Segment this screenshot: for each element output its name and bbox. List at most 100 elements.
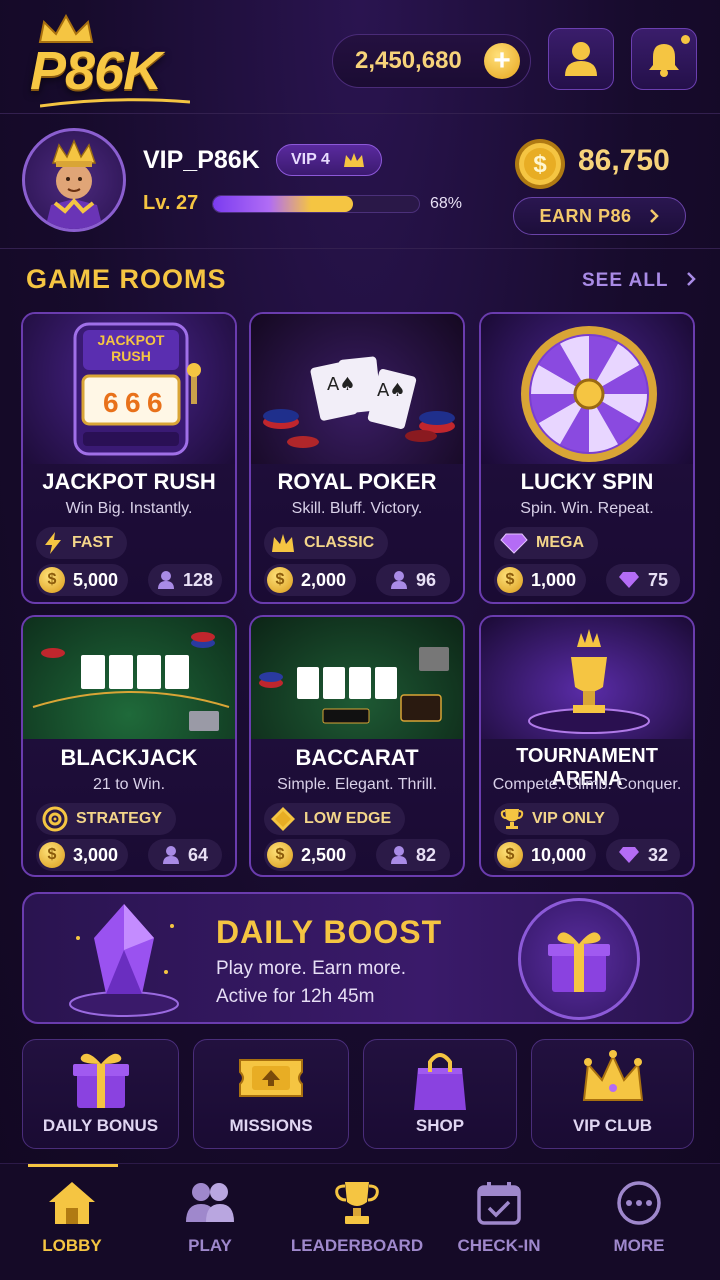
crystal-icon xyxy=(69,904,179,1017)
entry-cost-value: 10,000 xyxy=(531,844,587,865)
nav-tab-play[interactable]: PLAY xyxy=(138,1164,282,1280)
entry-cost-value: 2,500 xyxy=(301,844,347,865)
crown-icon xyxy=(272,534,294,552)
prize-wheel-icon xyxy=(521,326,657,462)
svg-text:6: 6 xyxy=(147,387,163,418)
notifications-button[interactable] xyxy=(631,28,697,90)
tag-label: LOW EDGE xyxy=(304,810,392,827)
shop-button[interactable]: SHOP xyxy=(363,1039,517,1149)
player-count-value: 64 xyxy=(187,844,209,865)
game-card-tag: FAST xyxy=(36,527,127,559)
jackpot-rush-art-text: JACKPOT RUSH xyxy=(97,332,165,364)
nav-tab-leaderboard[interactable]: LEADERBOARD xyxy=(285,1164,429,1280)
game-card-tournament-arena[interactable]: TOURNAMENT ARENA Compete. Climb. Conquer… xyxy=(479,615,695,877)
coin-balance: 86,750 xyxy=(578,144,670,177)
entry-cost: $ 3,000 xyxy=(36,839,129,871)
profile-button[interactable] xyxy=(548,28,614,90)
avatar[interactable] xyxy=(22,128,126,232)
game-card-title: BLACKJACK xyxy=(60,745,198,770)
coin-icon: $ xyxy=(497,842,523,868)
game-card-subtitle: Simple. Elegant. Thrill. xyxy=(277,776,437,793)
tag-label: STRATEGY xyxy=(76,810,162,827)
quick-action-label: DAILY BONUS xyxy=(42,1116,159,1135)
game-card-title: LUCKY SPIN xyxy=(520,469,654,494)
nav-tab-lobby[interactable]: LOBBY xyxy=(0,1164,144,1280)
crown-icon xyxy=(343,153,364,167)
royal-poker-art: A♠ A♠ xyxy=(251,314,463,464)
boost-timer: Active for 12h 45m xyxy=(216,986,375,1007)
add-balance-button[interactable]: + xyxy=(484,43,520,79)
game-card-jackpot-rush[interactable]: 6 6 6 JACKPOT RUSH JACKPOT RUSH Win Big.… xyxy=(21,312,237,604)
game-card-baccarat[interactable]: BACCARAT Simple. Elegant. Thrill. LOW ED… xyxy=(249,615,465,877)
trophy-podium-icon xyxy=(528,629,650,734)
game-card-subtitle: Compete. Climb. Conquer. xyxy=(492,776,682,793)
player-count-value: 96 xyxy=(415,569,437,590)
tag-label: MEGA xyxy=(536,534,584,551)
ticket-icon xyxy=(239,1059,303,1097)
game-card-lucky-spin[interactable]: LUCKY SPIN Spin. Win. Repeat. MEGA $ 1,0… xyxy=(479,312,695,604)
coin-icon: $ xyxy=(39,842,65,868)
game-card-royal-poker[interactable]: A♠ A♠ ROYAL POKER Skill. Bluff. Victory.… xyxy=(249,312,465,604)
baccarat-art xyxy=(251,617,463,739)
entry-cost: $ 2,500 xyxy=(264,839,357,871)
jester-avatar-icon xyxy=(45,139,103,229)
player-count: 64 xyxy=(148,839,222,871)
diamond-icon xyxy=(618,572,639,588)
coin-icon: $ xyxy=(515,139,565,189)
diamond-icon xyxy=(500,533,528,554)
notification-dot xyxy=(681,35,690,44)
user-icon xyxy=(162,846,179,864)
vip-club-button[interactable]: VIP CLUB xyxy=(531,1039,694,1149)
nav-tab-more[interactable]: MORE xyxy=(567,1164,711,1280)
boost-gift-button[interactable] xyxy=(518,898,640,1020)
tournament-arena-art xyxy=(481,617,693,739)
player-count: 75 xyxy=(606,564,680,596)
player-count-value: 75 xyxy=(647,569,669,590)
xp-progress-fill xyxy=(213,196,354,212)
game-card-subtitle: Win Big. Instantly. xyxy=(65,500,193,517)
coin-icon: $ xyxy=(267,842,293,868)
more-icon xyxy=(617,1181,661,1225)
player-count: 96 xyxy=(376,564,450,596)
user-icon xyxy=(157,571,174,589)
game-card-title: ROYAL POKER xyxy=(277,469,437,494)
nav-tab-label: CHECK-IN xyxy=(457,1236,541,1255)
game-card-tag: STRATEGY xyxy=(36,803,176,835)
gem-icon xyxy=(271,807,295,831)
earn-button[interactable]: EARN P86 xyxy=(513,197,686,235)
see-all-link[interactable]: SEE ALL xyxy=(582,270,697,292)
jackpot-rush-art: 6 6 6 JACKPOT RUSH xyxy=(23,314,235,464)
entry-cost: $ 2,000 xyxy=(264,564,357,596)
quick-action-label: VIP CLUB xyxy=(572,1116,653,1135)
daily-bonus-button[interactable]: DAILY BONUS xyxy=(22,1039,179,1149)
game-card-subtitle: Skill. Bluff. Victory. xyxy=(291,500,423,517)
poker-cards-chips-icon: A♠ A♠ xyxy=(263,356,455,448)
chevron-right-icon xyxy=(687,272,697,286)
player-count: 128 xyxy=(148,564,222,596)
tag-label: VIP ONLY xyxy=(532,810,605,827)
gift-icon xyxy=(72,1053,129,1108)
header-divider xyxy=(0,113,720,114)
vip-badge[interactable]: VIP 4 xyxy=(276,144,382,176)
missions-button[interactable]: MISSIONS xyxy=(193,1039,349,1149)
earn-button-label: EARN P86 xyxy=(539,205,632,226)
tag-label: FAST xyxy=(72,534,113,551)
nav-tab-check-in[interactable]: CHECK-IN xyxy=(427,1164,571,1280)
game-card-tag: LOW EDGE xyxy=(264,803,406,835)
user-icon xyxy=(390,846,407,864)
player-count: 32 xyxy=(606,839,680,871)
player-count-value: 82 xyxy=(415,844,437,865)
home-icon xyxy=(49,1182,95,1224)
app-logo: P86K xyxy=(22,14,212,108)
chevron-right-icon xyxy=(649,209,659,223)
username: VIP_P86K xyxy=(143,146,260,174)
nav-tab-label: MORE xyxy=(613,1236,665,1255)
svg-text:$: $ xyxy=(533,151,547,178)
blackjack-table-icon xyxy=(32,632,230,731)
daily-boost-banner[interactable]: DAILY BOOST Play more. Earn more. Active… xyxy=(22,892,694,1024)
game-card-blackjack[interactable]: BLACKJACK 21 to Win. STRATEGY $ 3,000 64 xyxy=(21,615,237,877)
entry-cost-value: 3,000 xyxy=(73,844,119,865)
trophy-icon xyxy=(500,809,524,829)
svg-text:A♠: A♠ xyxy=(327,374,355,395)
tag-label: CLASSIC xyxy=(304,534,375,551)
